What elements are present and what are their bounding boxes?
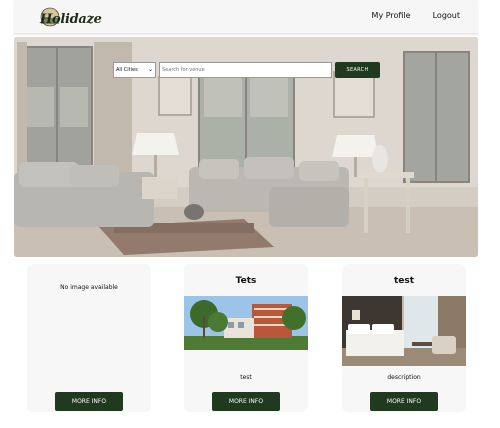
more-info-button[interactable]: MORE INFO <box>212 392 280 411</box>
building-photo <box>184 296 308 350</box>
search-button[interactable]: SEARCH <box>335 62 380 78</box>
more-info-button[interactable]: MORE INFO <box>55 392 123 411</box>
city-select[interactable]: All Cities ⌄ <box>113 62 156 78</box>
venue-title: Tets <box>235 276 257 286</box>
venue-card: No image available MORE INFO <box>27 264 151 412</box>
hotel-room-photo <box>342 296 466 366</box>
nav-links: My Profile Logout <box>372 11 460 20</box>
venue-title: test <box>393 276 415 286</box>
venue-search-input[interactable] <box>159 62 332 78</box>
my-profile-link[interactable]: My Profile <box>372 11 411 20</box>
search-bar: All Cities ⌄ SEARCH <box>113 62 380 78</box>
top-navbar: Holidaze My Profile Logout <box>14 0 478 34</box>
hero-banner: All Cities ⌄ SEARCH <box>14 37 478 257</box>
city-select-value: All Cities <box>116 67 138 73</box>
holidaze-logo[interactable]: Holidaze <box>26 6 102 28</box>
venue-image <box>342 296 466 366</box>
venue-card: test description MORE INFO <box>342 264 466 412</box>
logo-text: Holidaze <box>40 12 102 27</box>
venue-card: Tets test MORE INFO <box>184 264 308 412</box>
venue-description: description <box>387 374 421 381</box>
logout-link[interactable]: Logout <box>433 11 460 20</box>
venue-description: test <box>240 374 252 381</box>
no-image-text: No image available <box>60 284 118 291</box>
more-info-button[interactable]: MORE INFO <box>370 392 438 411</box>
chevron-down-icon: ⌄ <box>147 66 153 73</box>
venue-image <box>184 296 308 350</box>
